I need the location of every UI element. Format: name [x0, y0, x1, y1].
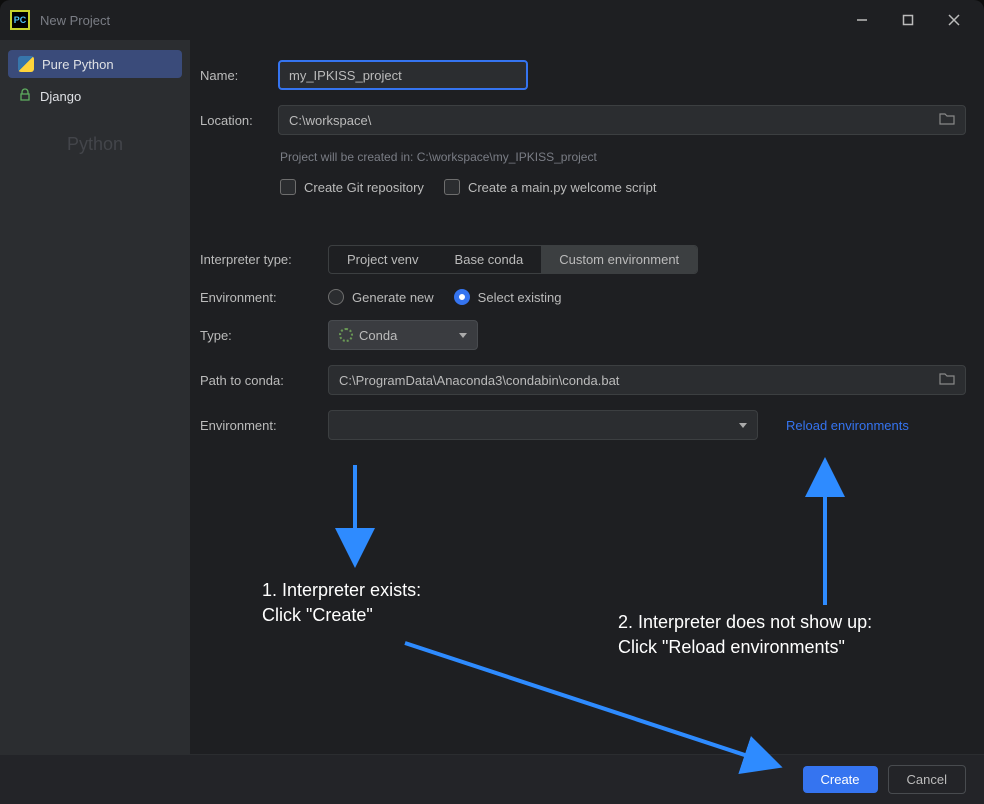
checkbox-box — [280, 179, 296, 195]
pycharm-icon: PC — [10, 10, 30, 30]
radio-group: Generate new Select existing — [328, 289, 562, 305]
name-value: my_IPKISS_project — [289, 68, 402, 83]
annotation-text-2: 2. Interpreter does not show up: Click "… — [618, 610, 872, 660]
sidebar-item-label: Django — [40, 89, 81, 104]
annotation-text-1: 1. Interpreter exists: Click "Create" — [262, 578, 421, 628]
name-row: Name: my_IPKISS_project — [200, 60, 966, 90]
conda-icon — [339, 328, 353, 342]
environment-mode-row: Environment: Generate new Select existin… — [200, 289, 966, 305]
seg-base-conda[interactable]: Base conda — [437, 246, 542, 273]
type-label: Type: — [200, 328, 320, 343]
folder-icon[interactable] — [939, 112, 955, 129]
create-git-checkbox[interactable]: Create Git repository — [280, 179, 424, 195]
location-row: Location: C:\workspace\ — [200, 105, 966, 135]
lock-icon — [18, 88, 32, 105]
interpreter-type-segmented: Project venv Base conda Custom environme… — [328, 245, 698, 274]
cancel-button[interactable]: Cancel — [888, 765, 966, 794]
create-mainpy-checkbox[interactable]: Create a main.py welcome script — [444, 179, 657, 195]
sidebar-watermark: Python — [0, 134, 190, 155]
titlebar: PC New Project — [0, 0, 984, 40]
environment-select-row: Environment: Reload environments — [200, 410, 966, 440]
project-path-hint: Project will be created in: C:\workspace… — [200, 150, 966, 164]
checkbox-box — [444, 179, 460, 195]
sidebar-item-django[interactable]: Django — [8, 82, 182, 111]
close-button[interactable] — [942, 8, 966, 32]
location-value: C:\workspace\ — [289, 113, 371, 128]
radio-label: Select existing — [478, 290, 562, 305]
type-row: Type: Conda — [200, 320, 966, 350]
environment-mode-label: Environment: — [200, 290, 320, 305]
python-icon — [18, 56, 34, 72]
type-value: Conda — [359, 328, 397, 343]
maximize-button[interactable] — [896, 8, 920, 32]
new-project-window: PC New Project Pure Python Python — [0, 0, 984, 804]
environment-dropdown[interactable] — [328, 410, 758, 440]
seg-custom-env[interactable]: Custom environment — [541, 246, 697, 273]
path-value: C:\ProgramData\Anaconda3\condabin\conda.… — [339, 373, 619, 388]
interpreter-type-label: Interpreter type: — [200, 252, 320, 267]
location-label: Location: — [200, 113, 270, 128]
location-input[interactable]: C:\workspace\ — [278, 105, 966, 135]
name-input[interactable]: my_IPKISS_project — [278, 60, 528, 90]
window-title: New Project — [40, 13, 110, 28]
path-to-conda-input[interactable]: C:\ProgramData\Anaconda3\condabin\conda.… — [328, 365, 966, 395]
checkbox-label: Create Git repository — [304, 180, 424, 195]
radio-select-existing[interactable]: Select existing — [454, 289, 562, 305]
radio-circle — [454, 289, 470, 305]
type-dropdown[interactable]: Conda — [328, 320, 478, 350]
interpreter-type-row: Interpreter type: Project venv Base cond… — [200, 245, 966, 274]
create-button[interactable]: Create — [803, 766, 878, 793]
checkbox-row: Create Git repository Create a main.py w… — [200, 179, 966, 195]
path-to-conda-row: Path to conda: C:\ProgramData\Anaconda3\… — [200, 365, 966, 395]
sidebar-item-label: Pure Python — [42, 57, 114, 72]
folder-icon[interactable] — [939, 372, 955, 389]
minimize-button[interactable] — [850, 8, 874, 32]
reload-environments-link[interactable]: Reload environments — [786, 418, 909, 433]
path-to-conda-label: Path to conda: — [200, 373, 320, 388]
radio-circle — [328, 289, 344, 305]
window-controls — [850, 8, 974, 32]
radio-generate-new[interactable]: Generate new — [328, 289, 434, 305]
name-label: Name: — [200, 68, 270, 83]
seg-project-venv[interactable]: Project venv — [329, 246, 437, 273]
sidebar: Pure Python Python Django — [0, 40, 190, 754]
footer: Create Cancel — [0, 754, 984, 804]
environment-select-label: Environment: — [200, 418, 320, 433]
checkbox-label: Create a main.py welcome script — [468, 180, 657, 195]
sidebar-item-pure-python[interactable]: Pure Python — [8, 50, 182, 78]
radio-label: Generate new — [352, 290, 434, 305]
